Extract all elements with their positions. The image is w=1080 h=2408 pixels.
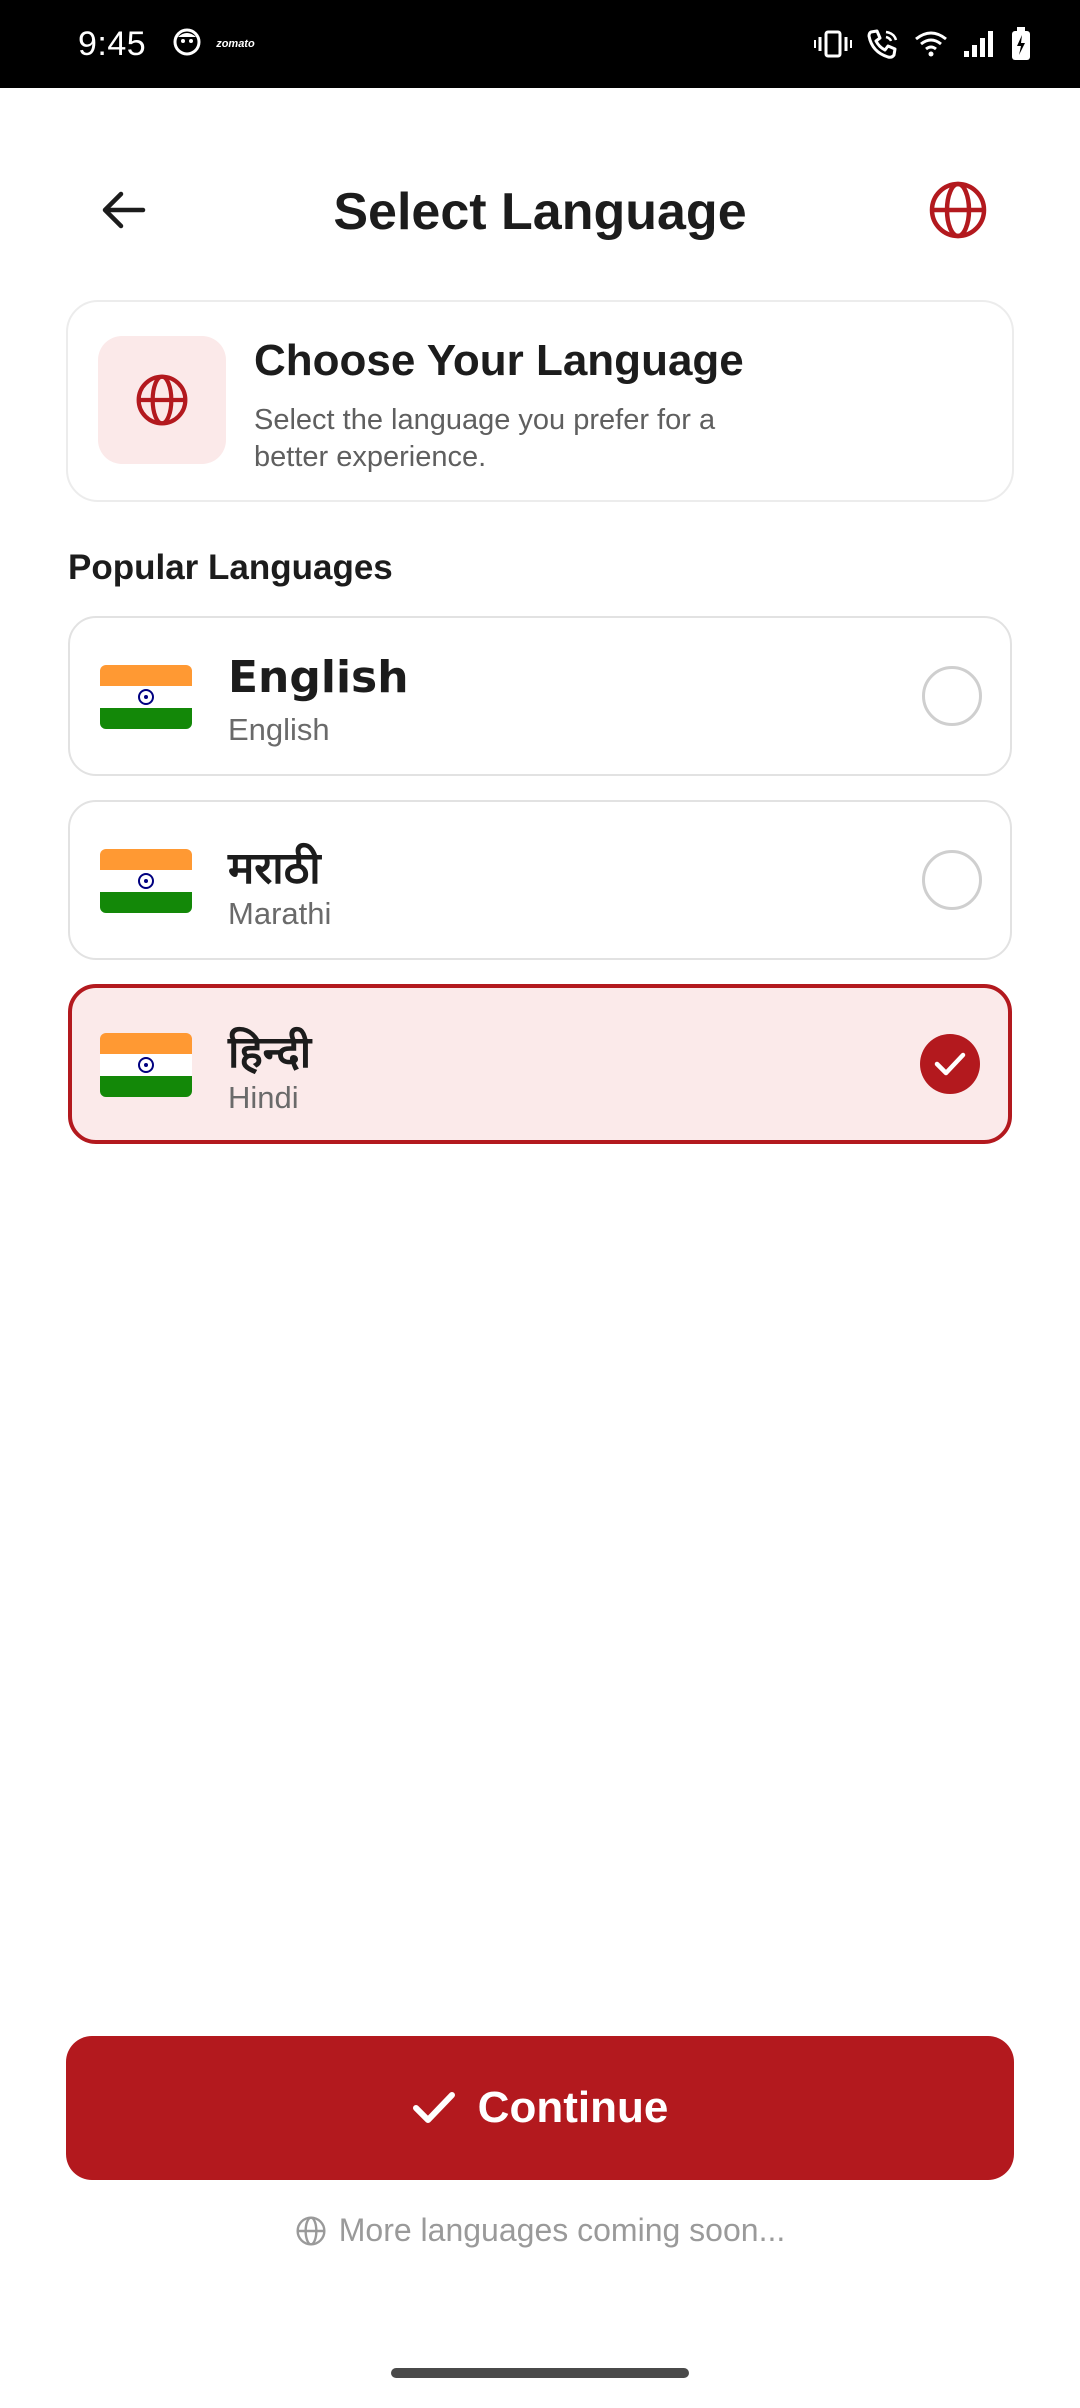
info-card-subtitle: Select the language you prefer for a bet… [254, 404, 716, 473]
signal-icon [962, 29, 996, 59]
india-flag-icon [100, 665, 192, 729]
status-time: 9:45 [78, 24, 147, 63]
section-title: Popular Languages [68, 548, 393, 587]
vibrate-icon [814, 29, 852, 59]
language-native-name: मराठी [228, 843, 321, 894]
wifi-calling-icon [866, 28, 900, 60]
header: Select Language [0, 160, 1080, 260]
status-bar: 9:45 zomato [0, 0, 1080, 88]
india-flag-icon [100, 849, 192, 913]
continue-label: Continue [477, 2083, 669, 2132]
info-icon-box [98, 336, 226, 464]
info-card-title: Choose Your Language [254, 336, 744, 385]
globe-icon [296, 2215, 326, 2246]
language-radio-selected[interactable] [920, 1034, 980, 1094]
continue-button[interactable]: Continue [66, 2036, 1014, 2180]
language-option-marathi[interactable]: मराठी Marathi [68, 800, 1012, 960]
language-native-name: English [228, 652, 409, 703]
check-icon [934, 1052, 966, 1076]
language-option-hindi[interactable]: हिन्दी Hindi [68, 984, 1012, 1144]
battery-charging-icon [1010, 27, 1032, 61]
info-card: Choose Your Language Select the language… [66, 300, 1014, 502]
globe-icon [929, 181, 987, 239]
language-native-name: हिन्दी [228, 1027, 312, 1078]
language-radio[interactable] [922, 850, 982, 910]
home-indicator[interactable] [391, 2368, 689, 2378]
check-icon [412, 2092, 455, 2123]
page-title: Select Language [333, 183, 747, 241]
language-english-name: Marathi [228, 896, 332, 931]
india-flag-icon [100, 1033, 192, 1097]
coming-soon-text: More languages coming soon... [338, 2212, 786, 2248]
coming-soon-note: More languages coming soon... [0, 2212, 1080, 2249]
face-app-icon [172, 27, 202, 62]
status-left-icons: zomato [172, 27, 255, 62]
language-english-name: English [228, 712, 330, 747]
wifi-icon [914, 30, 948, 58]
globe-icon [136, 374, 188, 426]
language-radio[interactable] [922, 666, 982, 726]
language-option-english[interactable]: English English [68, 616, 1012, 776]
language-english-name: Hindi [228, 1080, 299, 1115]
zomato-icon: zomato [216, 38, 255, 50]
language-globe-button[interactable] [920, 178, 996, 242]
status-right-icons [814, 27, 1032, 61]
